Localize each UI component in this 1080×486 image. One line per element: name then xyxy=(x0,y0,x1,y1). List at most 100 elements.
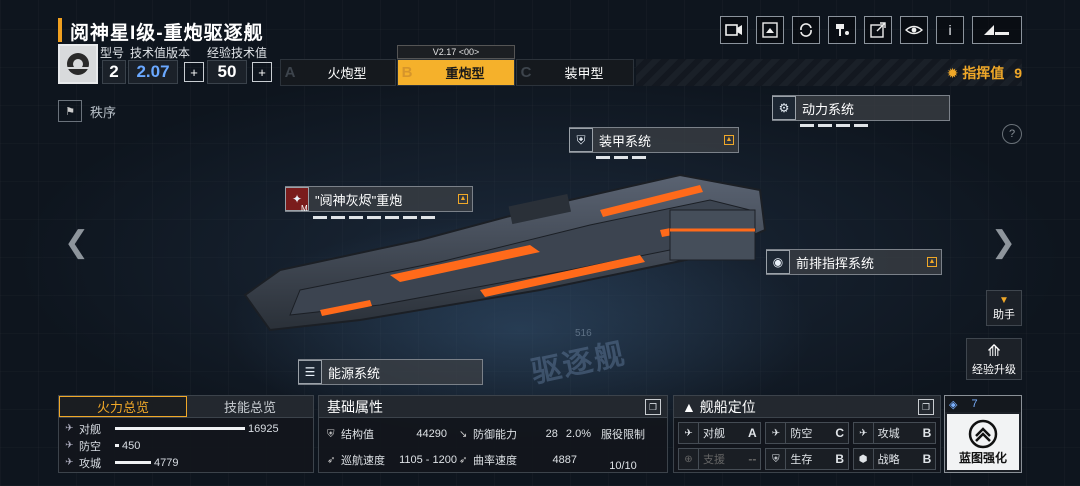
fire-row-anti-ship: ✈ 对舰 16925 xyxy=(59,420,313,437)
fire-bar xyxy=(115,461,151,464)
position-anti-ship: ✈ 对舰 A xyxy=(678,422,762,444)
upgrade-icon: ▲ xyxy=(927,257,937,267)
position-label: 攻城 xyxy=(877,428,900,440)
back-icon[interactable] xyxy=(972,16,1022,44)
help-icon[interactable]: ? xyxy=(1002,124,1022,144)
positioning-title-text: 舰船定位 xyxy=(699,398,756,415)
fire-value: 4779 xyxy=(154,456,179,469)
position-grade: B xyxy=(922,426,932,440)
position-grade: C xyxy=(835,426,844,440)
firepower-panel: 火力总览 技能总览 ✈ 对舰 16925 ✈ 防空 450 ✈ 攻城 4779 xyxy=(58,395,314,473)
next-ship-arrow-icon[interactable]: ❯ xyxy=(991,225,1016,260)
anti-ship-icon: ✈ xyxy=(679,423,699,443)
attr-defense: ↘ 防御能力 28 2.0% xyxy=(459,426,591,442)
attr-pct: 2.0% xyxy=(565,428,591,440)
callout-label: 前排指挥系统 xyxy=(796,255,875,271)
expand-icon[interactable]: ❐ xyxy=(645,398,661,415)
defense-icon: ↘ xyxy=(459,428,468,440)
command-value-display: ✹ 指挥值 9 xyxy=(947,63,1022,83)
expand-icon[interactable]: ❐ xyxy=(918,398,934,415)
video-icon[interactable] xyxy=(720,16,748,44)
siege-icon: ✈ xyxy=(65,457,74,468)
order-indicator[interactable]: ⚑ 秩序 xyxy=(58,100,116,122)
callout-energy-system[interactable]: ☰ 能源系统 xyxy=(298,359,483,385)
upgrade-arrow-icon: ⟰ xyxy=(987,343,1001,360)
position-label: 支援 xyxy=(703,454,725,466)
power-system-icon: ⚙ xyxy=(772,96,796,120)
attr-value: 44290 xyxy=(416,428,447,440)
attr-warp: ➶ 曲率速度 4887 xyxy=(459,452,577,468)
tab-letter: B xyxy=(401,64,413,81)
view-icon[interactable] xyxy=(900,16,928,44)
position-label: 对舰 xyxy=(703,428,725,440)
position-grade: A xyxy=(747,426,757,440)
share-image-icon[interactable] xyxy=(756,16,784,44)
anti-air-icon: ✈ xyxy=(766,423,787,443)
position-support: ⊕ 支援 -- xyxy=(678,448,762,470)
fire-bar xyxy=(115,427,245,430)
assistant-button[interactable]: ▼ 助手 xyxy=(986,290,1022,326)
attr-label: 曲率速度 xyxy=(473,455,517,467)
ship-positioning-panel: ▲ 舰船定位 ❐ ✈ 对舰 A ✈ 防空 C ✈ 攻城 B ⊕ 支援 -- ⛨ 生存 B ⬢ 战略 B xyxy=(673,395,941,473)
exp-tech-plus-button[interactable]: + xyxy=(252,62,272,82)
position-grade: B xyxy=(835,452,844,466)
fire-label: 攻城 xyxy=(79,457,101,470)
position-label: 防空 xyxy=(790,428,813,440)
blueprint-counter: ◈ 7 xyxy=(945,396,1021,412)
ship-number-watermark: 516 xyxy=(575,328,592,339)
exp-upgrade-button[interactable]: ⟰ 经验升级 xyxy=(966,338,1022,380)
position-grade: B xyxy=(922,452,932,466)
exp-tech-value: 50 xyxy=(207,60,247,84)
tab-letter: C xyxy=(520,64,532,81)
position-anti-air: ✈ 防空 C xyxy=(765,422,849,444)
fire-value: 450 xyxy=(122,439,141,452)
upgrade-icon: ▲ xyxy=(724,135,734,145)
callout-armor-system[interactable]: ⛨ 装甲系统 ▲ xyxy=(569,127,739,153)
callout-label: "阋神灰烬"重炮 xyxy=(315,192,403,208)
cruise-icon: ➶ xyxy=(327,454,336,466)
positioning-header: ▲ 舰船定位 ❐ xyxy=(674,396,940,418)
position-grade: -- xyxy=(748,452,757,466)
tab-label: 火炮型 xyxy=(327,66,367,81)
tab-skill-overview[interactable]: 技能总览 xyxy=(187,396,313,417)
base-attributes-panel: 基础属性 ❐ ⛨ 结构值 44290 ↘ 防御能力 28 2.0% 服役限制 1… xyxy=(318,395,668,473)
paint-icon[interactable] xyxy=(828,16,856,44)
callout-heavy-cannon[interactable]: ✦ "阋神灰烬"重炮 ▲ xyxy=(285,186,473,212)
blueprint-enhance-button[interactable]: ◈ 7 蓝图强化 xyxy=(944,395,1022,473)
tab-heavy-artillery[interactable]: B 重炮型 xyxy=(397,59,515,86)
attr-value: 4887 xyxy=(552,454,577,466)
firepower-tabs: 火力总览 技能总览 xyxy=(59,396,313,418)
attr-label: 服役限制 xyxy=(601,429,645,441)
cannon-badge: M xyxy=(301,204,308,213)
base-attributes-title: 基础属性 xyxy=(327,398,383,415)
support-icon: ⊕ xyxy=(679,449,699,469)
order-icon: ⚑ xyxy=(58,100,82,122)
refresh-icon[interactable] xyxy=(792,16,820,44)
fire-row-anti-air: ✈ 防空 450 xyxy=(59,437,313,454)
tech-version-value: 2.07 xyxy=(128,60,178,84)
strategy-icon: ⬢ xyxy=(854,449,874,469)
siege-icon: ✈ xyxy=(854,423,874,443)
tab-artillery[interactable]: A 火炮型 xyxy=(280,59,396,86)
shield-icon: ⛨ xyxy=(766,449,787,469)
tab-armored[interactable]: C 装甲型 xyxy=(516,59,634,86)
positioning-grid: ✈ 对舰 A ✈ 防空 C ✈ 攻城 B ⊕ 支援 -- ⛨ 生存 B ⬢ 战略 B xyxy=(674,418,940,474)
callout-power-system[interactable]: ⚙ 动力系统 xyxy=(772,95,950,121)
blueprint-body: 蓝图强化 xyxy=(947,414,1019,470)
external-link-icon[interactable] xyxy=(864,16,892,44)
position-survival: ⛨ 生存 B xyxy=(765,448,849,470)
callout-label: 能源系统 xyxy=(328,365,381,381)
tab-firepower-overview[interactable]: 火力总览 xyxy=(59,396,187,417)
blueprint-label: 蓝图强化 xyxy=(958,450,1007,465)
exp-upgrade-label: 经验升级 xyxy=(972,364,1016,376)
power-slots xyxy=(800,124,868,127)
tech-version-plus-button[interactable]: + xyxy=(184,62,204,82)
callout-front-command[interactable]: ◉ 前排指挥系统 ▲ xyxy=(766,249,942,275)
fire-bar xyxy=(115,444,119,447)
blueprint-count: 7 xyxy=(971,398,978,410)
prev-ship-arrow-icon[interactable]: ❮ xyxy=(64,225,89,260)
info-icon[interactable]: i xyxy=(936,16,964,44)
command-value: 9 xyxy=(1014,65,1022,81)
base-attributes-header: 基础属性 ❐ xyxy=(319,396,667,418)
armor-slots xyxy=(596,156,646,159)
